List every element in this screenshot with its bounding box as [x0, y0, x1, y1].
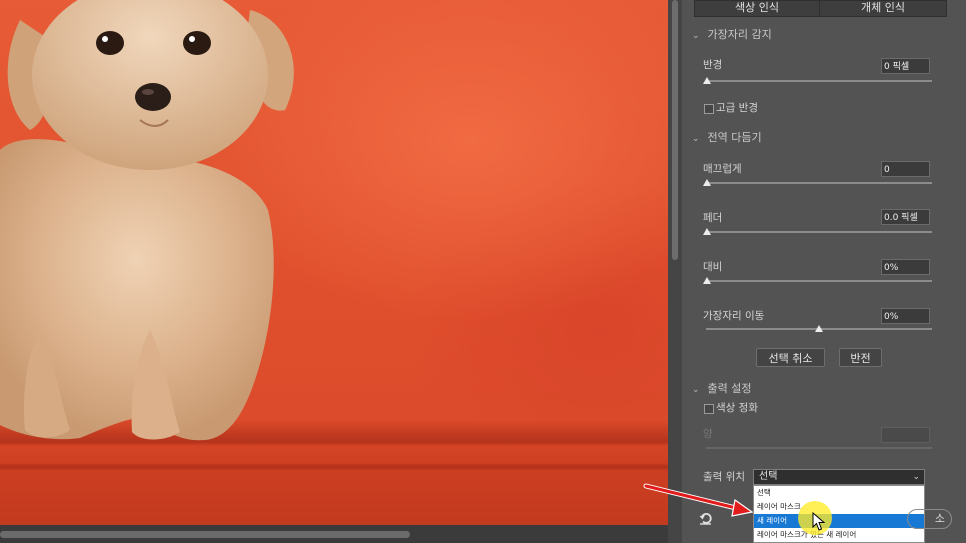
chevron-down-icon: ⌄ — [692, 385, 700, 395]
decontaminate-colors-label: 색상 정화 — [716, 402, 758, 414]
feather-slider-track[interactable] — [706, 231, 932, 233]
amount-slider-track — [706, 447, 932, 449]
output-to-selected-value: 선택 — [759, 471, 778, 482]
section-output-settings-title: 출력 설정 — [707, 382, 752, 395]
section-global-refinements-title: 전역 다듬기 — [707, 131, 762, 144]
tab-color-aware[interactable]: 색상 인식 — [694, 0, 820, 17]
section-edge-detection[interactable]: ⌄ 가장자리 감지 — [692, 28, 772, 42]
shift-edge-slider-knob[interactable] — [815, 325, 823, 332]
tab-object-aware[interactable]: 개체 인식 — [819, 0, 947, 17]
radius-slider-track[interactable] — [706, 80, 932, 82]
chevron-down-icon: ⌄ — [912, 472, 920, 482]
smart-radius-label: 고급 반경 — [716, 102, 758, 114]
vertical-scrollbar[interactable] — [668, 0, 682, 543]
option-layer-mask[interactable]: 레이어 마스크 — [754, 500, 924, 514]
radius-label: 반경 — [703, 59, 723, 71]
smooth-slider-track[interactable] — [706, 182, 932, 184]
refine-edge-panel: 색상 인식 개체 인식 ⌄ 가장자리 감지 반경 0 픽셀 고급 반경 ⌄ 전역… — [682, 0, 966, 543]
decontaminate-colors-checkbox[interactable] — [704, 404, 714, 414]
feather-slider-knob[interactable] — [703, 228, 711, 235]
clear-selection-button[interactable]: 선택 취소 — [756, 348, 825, 367]
amount-field — [881, 427, 930, 443]
feather-label: 페더 — [703, 212, 723, 224]
ok-button[interactable]: 소 — [907, 509, 952, 529]
output-to-dropdown-list[interactable]: 선택 레이어 마스크 새 레이어 레이어 마스크가 있는 새 레이어 — [753, 485, 925, 543]
output-to-select[interactable]: 선택 ⌄ — [753, 469, 925, 485]
horizontal-scrollbar-thumb[interactable] — [0, 531, 410, 538]
smart-radius-checkbox[interactable] — [704, 104, 714, 114]
red-arrow-icon — [643, 483, 754, 517]
contrast-slider-knob[interactable] — [703, 277, 711, 284]
option-selection[interactable]: 선택 — [754, 486, 924, 500]
chevron-down-icon: ⌄ — [692, 134, 700, 144]
chevron-down-icon: ⌄ — [692, 31, 700, 41]
dog-photo — [0, 0, 294, 441]
contrast-slider-track[interactable] — [706, 280, 932, 282]
amount-label: 양 — [703, 428, 713, 440]
smooth-field[interactable]: 0 — [881, 161, 930, 177]
horizontal-scrollbar[interactable] — [0, 525, 668, 543]
invert-button[interactable]: 반전 — [839, 348, 882, 367]
shift-edge-field[interactable]: 0% — [881, 308, 930, 324]
vertical-scrollbar-thumb[interactable] — [672, 0, 678, 260]
cursor-arrow-icon — [812, 512, 826, 531]
radius-slider-knob[interactable] — [703, 77, 711, 84]
feather-field[interactable]: 0.0 픽셀 — [881, 209, 930, 225]
smooth-label: 매끄럽게 — [703, 163, 742, 175]
shift-edge-label: 가장자리 이동 — [703, 310, 765, 322]
section-edge-detection-title: 가장자리 감지 — [707, 28, 772, 41]
contrast-field[interactable]: 0% — [881, 259, 930, 275]
option-new-layer-with-mask[interactable]: 레이어 마스크가 있는 새 레이어 — [754, 528, 924, 542]
option-new-layer[interactable]: 새 레이어 — [754, 514, 924, 528]
contrast-label: 대비 — [703, 261, 723, 273]
image-canvas[interactable] — [0, 0, 668, 525]
smooth-slider-knob[interactable] — [703, 179, 711, 186]
section-global-refinements[interactable]: ⌄ 전역 다듬기 — [692, 131, 762, 145]
section-output-settings[interactable]: ⌄ 출력 설정 — [692, 382, 751, 396]
radius-field[interactable]: 0 픽셀 — [881, 58, 930, 74]
